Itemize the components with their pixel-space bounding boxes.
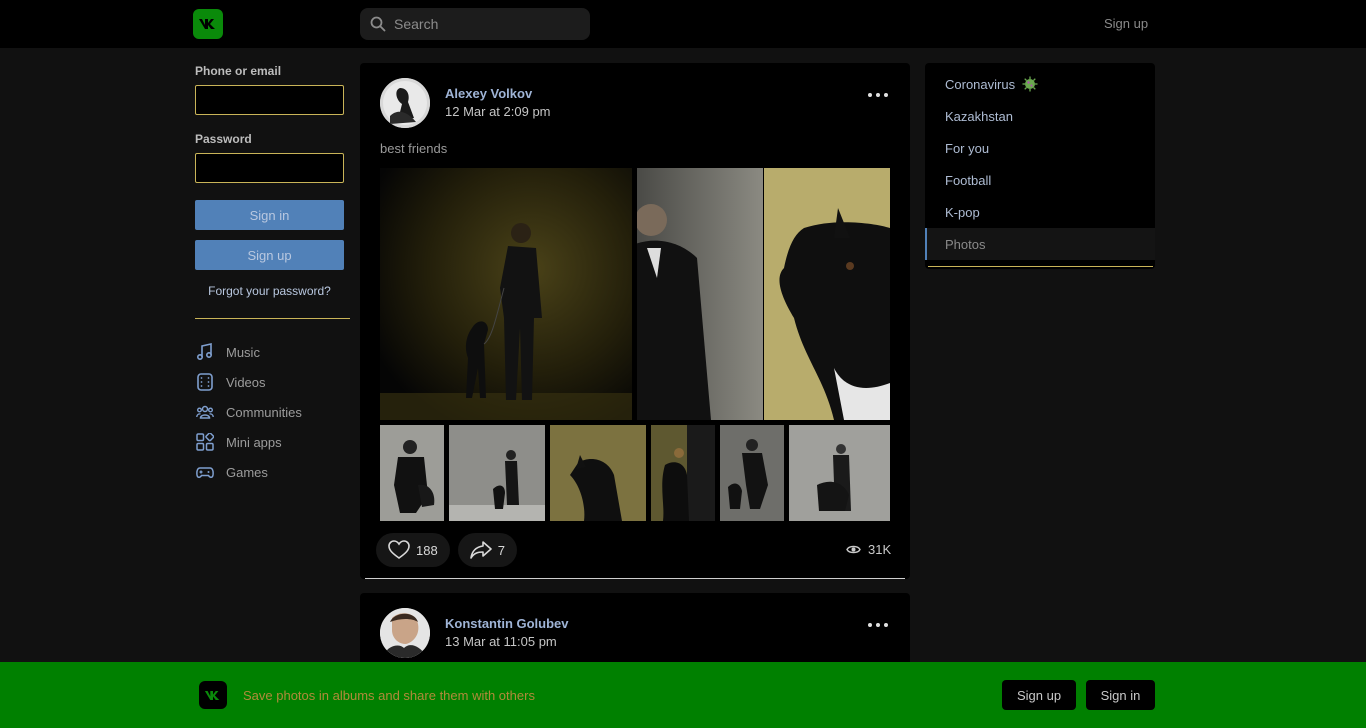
feed-post: Konstantin Golubev 13 Mar at 11:05 pm (360, 593, 910, 673)
music-icon (196, 343, 213, 361)
topic-label: Football (945, 172, 992, 188)
password-field[interactable] (195, 153, 344, 183)
topic-label: K-pop (945, 204, 980, 220)
share-count: 7 (497, 542, 505, 558)
phone-label: Phone or email (195, 64, 282, 78)
nav-item-games[interactable]: Games (195, 457, 350, 487)
sidebar-divider (195, 318, 350, 319)
search-icon (370, 16, 386, 32)
photo-thumbnail[interactable] (651, 425, 715, 521)
topics-panel: Coronavirus Kazakhstan For you Football … (925, 63, 1155, 269)
topic-label: For you (945, 140, 990, 156)
post-divider (365, 578, 905, 579)
heart-icon (388, 540, 410, 559)
topic-label: Photos (945, 236, 986, 252)
nav-item-label: Music (226, 344, 260, 360)
vk-logo-icon (199, 19, 215, 29)
topic-photos[interactable]: Photos (925, 228, 1155, 260)
banner-sign-in-button[interactable]: Sign in (1086, 680, 1155, 710)
photo-man-portrait[interactable] (637, 168, 763, 420)
vk-logo-icon (204, 690, 220, 700)
post-date[interactable]: 13 Mar at 11:05 pm (445, 634, 557, 649)
share-button[interactable]: 7 (457, 533, 517, 567)
more-options-icon[interactable] (868, 87, 888, 103)
post-text: best friends (380, 141, 448, 156)
share-icon (469, 541, 492, 559)
post-actions: 188 7 (376, 533, 525, 567)
search-input[interactable]: Search (360, 8, 590, 40)
apps-icon (196, 433, 214, 451)
vk-logo[interactable] (193, 9, 223, 39)
photo-thumbnail[interactable] (550, 425, 646, 521)
post-author-link[interactable]: Alexey Volkov (445, 86, 532, 101)
nav-item-label: Communities (226, 404, 302, 420)
banner-message: Save photos in albums and share them wit… (243, 688, 535, 703)
header-signup-link[interactable]: Sign up (1104, 16, 1148, 31)
topic-k-pop[interactable]: K-pop (925, 196, 1155, 228)
author-avatar[interactable] (380, 608, 430, 658)
topic-coronavirus[interactable]: Coronavirus (925, 68, 1155, 100)
photo-thumbnail[interactable] (380, 425, 444, 521)
topic-label: Coronavirus (945, 76, 1016, 92)
topic-for-you[interactable]: For you (925, 132, 1155, 164)
like-count: 188 (416, 542, 438, 558)
topics-divider (928, 266, 1153, 267)
post-date[interactable]: 12 Mar at 2:09 pm (445, 104, 551, 119)
topic-kazakhstan[interactable]: Kazakhstan (925, 100, 1155, 132)
video-icon (197, 373, 213, 391)
search-placeholder: Search (394, 16, 439, 32)
eye-icon (846, 545, 861, 554)
post-author-link[interactable]: Konstantin Golubev (445, 616, 569, 631)
photo-dog-profile[interactable] (764, 168, 890, 420)
photo-thumbnail[interactable] (789, 425, 890, 521)
sign-in-button[interactable]: Sign in (195, 200, 344, 230)
nav-item-music[interactable]: Music (195, 337, 350, 367)
more-options-icon[interactable] (868, 617, 888, 633)
like-button[interactable]: 188 (376, 533, 450, 567)
photo-man-with-dog[interactable] (380, 168, 632, 420)
password-label: Password (195, 132, 252, 146)
banner-sign-up-button[interactable]: Sign up (1002, 680, 1076, 710)
sign-up-button[interactable]: Sign up (195, 240, 344, 270)
phone-email-field[interactable] (195, 85, 344, 115)
photo-thumbnail[interactable] (720, 425, 784, 521)
forgot-password-link[interactable]: Forgot your password? (195, 284, 344, 298)
nav-item-label: Mini apps (226, 434, 282, 450)
communities-icon (196, 405, 214, 419)
author-avatar[interactable] (380, 78, 430, 128)
nav-item-videos[interactable]: Videos (195, 367, 350, 397)
views-count: 31K (868, 542, 892, 557)
feed-post: Alexey Volkov 12 Mar at 2:09 pm best fri… (360, 63, 910, 579)
nav-item-mini-apps[interactable]: Mini apps (195, 427, 350, 457)
login-sidebar: Phone or email Password Sign in Sign up … (195, 64, 350, 487)
nav-item-communities[interactable]: Communities (195, 397, 350, 427)
vk-logo (199, 681, 227, 709)
photo-thumbnail[interactable] (449, 425, 545, 521)
top-header: Search Sign up (0, 0, 1366, 48)
signup-banner: Save photos in albums and share them wit… (0, 662, 1366, 728)
gamepad-icon (196, 467, 214, 479)
nav-item-label: Games (226, 464, 268, 480)
nav-item-label: Videos (226, 374, 266, 390)
views-counter: 31K (846, 542, 891, 557)
topic-label: Kazakhstan (945, 108, 1013, 124)
virus-icon (1022, 76, 1038, 92)
topic-football[interactable]: Football (925, 164, 1155, 196)
